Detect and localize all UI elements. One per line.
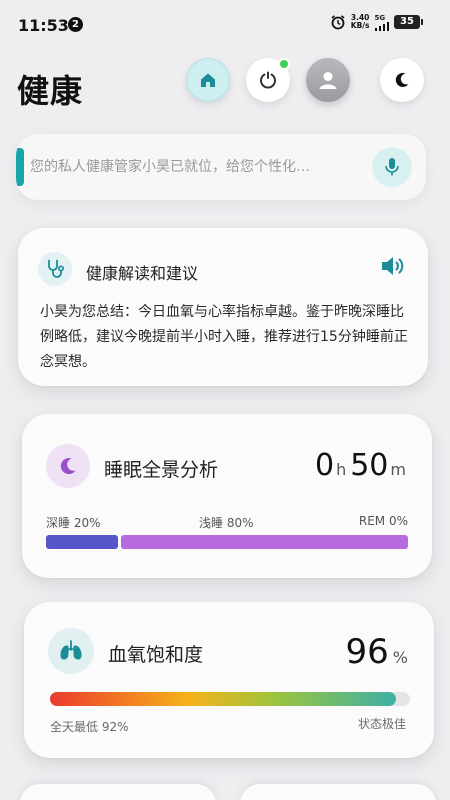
home-button[interactable]	[186, 58, 230, 102]
deep-sleep-segment	[46, 535, 118, 549]
sleep-title: 睡眠全景分析	[104, 459, 219, 481]
sleep-hours: 0	[314, 448, 335, 483]
cellular-signal: 5G	[374, 13, 389, 31]
battery-icon: 35	[394, 15, 423, 29]
online-status-dot	[278, 58, 290, 70]
profile-avatar[interactable]	[306, 58, 350, 102]
sleep-minutes: 50	[350, 448, 389, 483]
light-sleep-label: 浅睡 80%	[199, 516, 254, 530]
bottom-card-right[interactable]	[240, 784, 436, 800]
spo2-title: 血氧饱和度	[108, 644, 204, 666]
rem-sleep-label: REM 0%	[358, 514, 408, 528]
speed-unit: KB/s	[350, 21, 370, 30]
sleep-stage-bar	[46, 535, 408, 551]
advice-icon-circle	[38, 252, 72, 286]
user-icon	[319, 72, 337, 89]
alarm-clock-icon	[331, 15, 345, 30]
spo2-progress-track	[50, 692, 410, 706]
timer-button[interactable]	[246, 58, 290, 102]
assistant-input[interactable]	[30, 134, 370, 200]
sleep-duration: 0 h 50 m	[315, 448, 410, 483]
voice-input-button[interactable]	[372, 147, 412, 187]
sleep-stage-labels: 深睡 20% 浅睡 80% REM 0%	[46, 514, 408, 530]
health-advice-card[interactable]: 健康解读和建议 小昊为您总结：今日血氧与心率指标卓越。鉴于昨晚深睡比例略低，建议…	[18, 228, 428, 386]
spo2-reading: 96 %	[346, 632, 408, 672]
notification-badge: 2	[68, 17, 83, 32]
moon-icon	[395, 72, 409, 87]
minutes-unit: m	[390, 460, 406, 479]
network-type: 5G	[374, 13, 386, 22]
stethoscope-icon	[48, 259, 65, 278]
power-timer-icon	[260, 71, 276, 89]
sleep-analysis-card[interactable]: 睡眠全景分析 0 h 50 m 深睡 20% 浅睡 80% REM 0%	[22, 414, 432, 578]
page-title: 健康	[17, 72, 84, 110]
microphone-icon	[385, 158, 399, 176]
spo2-progress-fill	[50, 692, 396, 706]
spo2-icon-circle	[48, 628, 94, 674]
light-sleep-segment	[121, 535, 408, 549]
search-accent-bar	[16, 148, 24, 186]
network-speed: 3.40 KB/s	[351, 14, 370, 30]
assistant-search-bar[interactable]	[16, 134, 426, 200]
sleep-icon-circle	[46, 444, 90, 488]
hours-unit: h	[336, 460, 347, 479]
spo2-value: 96	[345, 632, 389, 672]
spo2-min-label: 全天最低 92%	[50, 720, 129, 734]
advice-summary-text: 小昊为您总结：今日血氧与心率指标卓越。鉴于昨晚深睡比例略低，建议今晚提前半小时入…	[40, 304, 408, 370]
home-icon	[201, 73, 215, 87]
status-time: 11:53	[18, 16, 69, 35]
spo2-status-label: 状态极佳	[357, 717, 406, 731]
signal-bars-icon	[374, 21, 389, 31]
status-bar: 11:53 2 3.40 KB/s 5G 35	[0, 0, 450, 48]
bottom-card-left[interactable]	[20, 784, 216, 800]
deep-sleep-label: 深睡 20%	[46, 516, 101, 530]
blood-oxygen-card[interactable]: 血氧饱和度 96 % 全天最低 92% 状态极佳	[24, 602, 434, 758]
speaker-icon[interactable]	[380, 254, 406, 278]
theme-toggle-button[interactable]	[380, 58, 424, 102]
status-indicators: 3.40 KB/s 5G 35	[330, 12, 423, 32]
advice-title: 健康解读和建议	[86, 264, 199, 283]
lungs-icon	[60, 640, 82, 660]
moon-icon	[60, 458, 76, 475]
spo2-unit: %	[392, 648, 408, 667]
